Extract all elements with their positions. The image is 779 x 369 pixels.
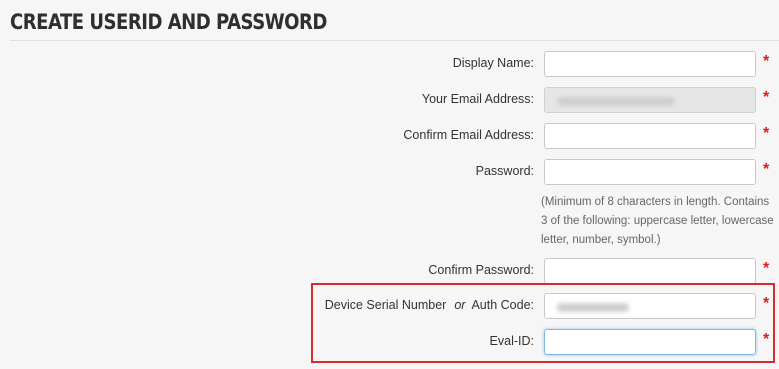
eval-id-row: Eval-ID: * xyxy=(0,329,779,357)
password-input[interactable] xyxy=(544,159,756,185)
required-marker: * xyxy=(763,260,770,277)
confirm-password-label: Confirm Password: xyxy=(428,263,534,277)
required-marker: * xyxy=(763,125,770,142)
required-marker: * xyxy=(763,295,770,312)
required-marker: * xyxy=(763,161,770,178)
serial-row: Device Serial Number or Auth Code: * xyxy=(0,293,779,321)
eval-id-input[interactable] xyxy=(544,329,756,355)
email-field xyxy=(544,87,756,113)
password-label: Password: xyxy=(475,164,534,178)
redacted-email-value xyxy=(557,97,675,106)
email-label: Your Email Address: xyxy=(421,92,534,106)
password-requirements-hint: (Minimum of 8 characters in length. Cont… xyxy=(541,196,774,246)
display-name-label: Display Name: xyxy=(452,56,534,70)
serial-label-or: or xyxy=(454,298,466,312)
required-marker: * xyxy=(763,89,770,106)
create-account-page: Create UserID and Password Display Name:… xyxy=(0,0,779,369)
page-title: Create UserID and Password xyxy=(10,10,327,34)
confirm-password-row: Confirm Password: * xyxy=(0,258,779,286)
serial-input[interactable] xyxy=(544,293,756,319)
title-divider xyxy=(10,40,779,41)
required-marker: * xyxy=(763,53,770,70)
display-name-row: Display Name: * xyxy=(0,51,779,79)
confirm-email-row: Confirm Email Address: * xyxy=(0,123,779,151)
serial-label-part2: Auth Code: xyxy=(471,298,534,312)
serial-label: Device Serial Number or Auth Code: xyxy=(325,298,534,312)
serial-label-part1: Device Serial Number xyxy=(324,298,447,312)
eval-id-label: Eval-ID: xyxy=(489,334,534,348)
password-row: Password: * xyxy=(0,159,779,187)
email-row: Your Email Address: * xyxy=(0,87,779,115)
confirm-password-input[interactable] xyxy=(544,258,756,284)
confirm-email-label: Confirm Email Address: xyxy=(403,128,534,142)
confirm-email-input[interactable] xyxy=(544,123,756,149)
redacted-serial-value xyxy=(557,303,629,312)
display-name-input[interactable] xyxy=(544,51,756,77)
required-marker: * xyxy=(763,331,770,348)
